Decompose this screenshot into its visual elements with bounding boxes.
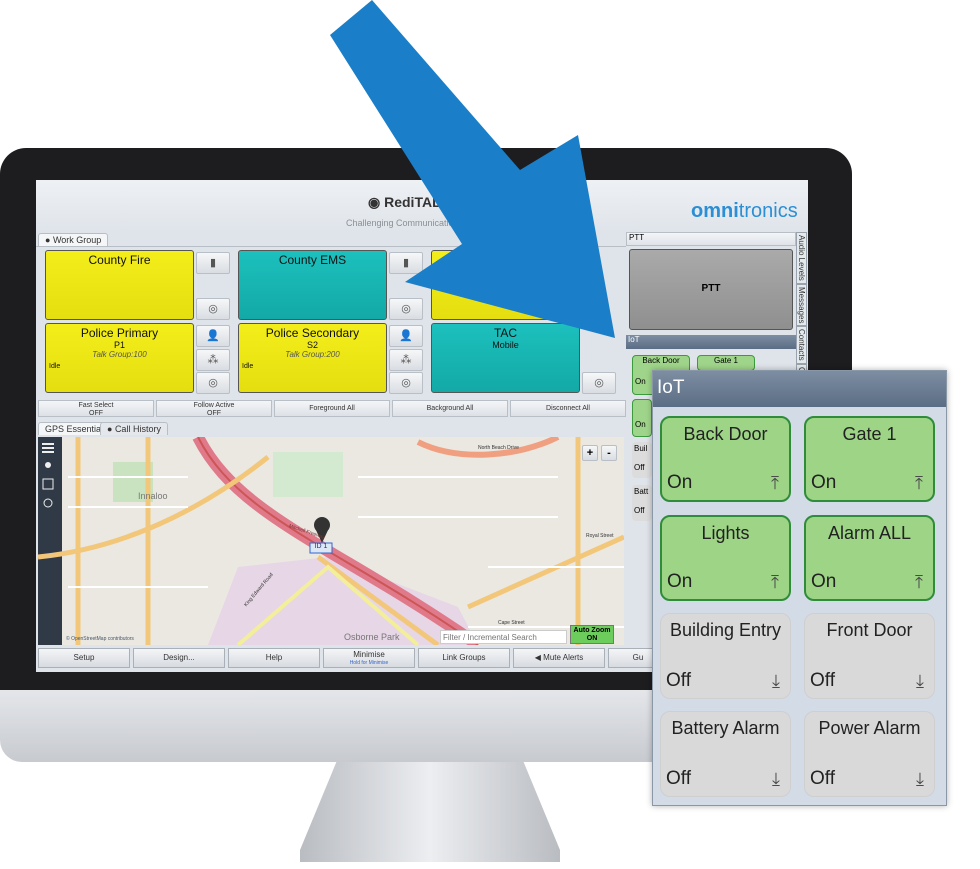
road-label: Royal Street xyxy=(586,533,614,539)
map-view[interactable]: ID 1 Innaloo Osborne Park Mitchell Freew… xyxy=(38,437,624,645)
loop-icon[interactable]: ◎ xyxy=(582,372,616,394)
map-canvas[interactable] xyxy=(38,437,624,645)
iot-device-gate-1[interactable]: Gate 1 On ⤒ xyxy=(804,416,935,502)
search-input[interactable] xyxy=(440,630,567,644)
design-button[interactable]: Design... xyxy=(133,648,225,668)
auto-zoom-toggle[interactable]: Auto Zoom ON xyxy=(570,625,614,644)
upload-icon: ⤒ xyxy=(915,473,923,493)
iot-popup-title: IoT xyxy=(653,371,946,407)
side-tabs: Audio Levels Messages Contacts Ca xyxy=(796,232,808,381)
loop-icon[interactable]: ◎ xyxy=(389,298,423,320)
monitor-stand xyxy=(300,762,560,862)
loop-icon[interactable]: ◎ xyxy=(196,298,230,320)
iot-mini-tile[interactable]: Gate 1 xyxy=(697,355,755,371)
upload-icon: ⤒ xyxy=(915,572,923,592)
upload-icon: ⤒ xyxy=(771,473,779,493)
iot-device-battery-alarm[interactable]: Battery Alarm Off ⤓ xyxy=(660,711,791,797)
group-tile[interactable]: Police Primary P1 Talk Group:100 Idle xyxy=(45,323,194,393)
road-label: Cape Street xyxy=(498,620,525,626)
help-button[interactable]: Help xyxy=(228,648,320,668)
ptt-panel-header: PTT xyxy=(626,232,796,246)
user-icon[interactable]: 👤 xyxy=(389,325,423,347)
link-groups-button[interactable]: Link Groups xyxy=(418,648,510,668)
upload-icon: ⤒ xyxy=(771,572,779,592)
foreground-all-button[interactable]: Foreground All xyxy=(274,400,390,417)
marker-label: ID 1 xyxy=(314,543,328,550)
download-icon: ⤓ xyxy=(916,769,924,789)
user-icon[interactable]: 👤 xyxy=(196,325,230,347)
app-logo: ◉ RediTALK-Flex xyxy=(368,194,484,210)
minimise-button[interactable]: Minimise Hold for Minimise xyxy=(323,648,415,668)
place-label: Innaloo xyxy=(138,491,168,501)
tab-work-group[interactable]: ● Work Group xyxy=(38,233,109,246)
ptt-button[interactable]: PTT xyxy=(629,249,793,330)
iot-device-lights[interactable]: Lights On ⤒ xyxy=(660,515,791,601)
brand-logo: omnitronics xyxy=(691,200,798,222)
iot-mini-tile[interactable]: Buil Off xyxy=(632,442,652,478)
group-tile[interactable]: County EMS xyxy=(238,250,387,320)
group-icon[interactable]: ⁂ xyxy=(196,349,230,371)
radio-icon[interactable]: ▮ xyxy=(196,252,230,274)
iot-device-building-entry[interactable]: Building Entry Off ⤓ xyxy=(660,613,791,699)
iot-device-back-door[interactable]: Back Door On ⤒ xyxy=(660,416,791,502)
road-label: North Beach Drive xyxy=(478,445,519,451)
tab-contacts[interactable]: Contacts xyxy=(796,326,807,364)
download-icon: ⤓ xyxy=(916,671,924,691)
loop-icon[interactable]: ◎ xyxy=(196,372,230,394)
download-icon: ⤓ xyxy=(772,671,780,691)
disconnect-all-button[interactable]: Disconnect All xyxy=(510,400,626,417)
loop-icon[interactable]: ◎ xyxy=(389,372,423,394)
speaker-icon: ◀ xyxy=(534,653,544,662)
place-label: Osborne Park xyxy=(344,632,400,642)
mute-alerts-button[interactable]: ◀ Mute Alerts xyxy=(513,648,605,668)
group-tile[interactable]: County Fire xyxy=(45,250,194,320)
iot-device-power-alarm[interactable]: Power Alarm Off ⤓ xyxy=(804,711,935,797)
group-tile[interactable] xyxy=(431,250,580,320)
app-tagline: Challenging Communication Boundaries xyxy=(346,218,507,228)
download-icon: ⤓ xyxy=(772,769,780,789)
iot-device-front-door[interactable]: Front Door Off ⤓ xyxy=(804,613,935,699)
map-attribution: © OpenStreetMap contributors xyxy=(66,636,134,642)
group-tile[interactable]: TAC Mobile xyxy=(431,323,580,393)
iot-device-alarm-all[interactable]: Alarm ALL On ⤒ xyxy=(804,515,935,601)
tab-audio-levels[interactable]: Audio Levels xyxy=(796,232,807,284)
iot-mini-tile[interactable]: On xyxy=(632,399,652,437)
setup-button[interactable]: Setup xyxy=(38,648,130,668)
iot-panel-header: IoT xyxy=(626,335,796,349)
zoom-in-button[interactable]: + xyxy=(582,445,598,461)
radio-icon[interactable]: ▮ xyxy=(389,252,423,274)
group-icon[interactable]: ⁂ xyxy=(389,349,423,371)
group-tile[interactable]: Police Secondary S2 Talk Group:200 Idle xyxy=(238,323,387,393)
fast-select-toggle[interactable]: Fast Select OFF xyxy=(38,400,154,417)
tab-call-history[interactable]: ● Call History xyxy=(100,422,168,435)
pin-icon[interactable] xyxy=(45,462,51,468)
background-all-button[interactable]: Background All xyxy=(392,400,508,417)
iot-popup: IoT Back Door On ⤒ Gate 1 On ⤒ Lights On ⤒ Ala… xyxy=(652,370,947,806)
app-header: ◉ RediTALK-Flex Challenging Communicatio… xyxy=(36,180,808,232)
follow-active-toggle[interactable]: Follow Active OFF xyxy=(156,400,272,417)
zoom-out-button[interactable]: - xyxy=(601,445,617,461)
tab-messages[interactable]: Messages xyxy=(796,283,807,327)
iot-mini-tile[interactable]: Batt Off xyxy=(632,485,652,521)
